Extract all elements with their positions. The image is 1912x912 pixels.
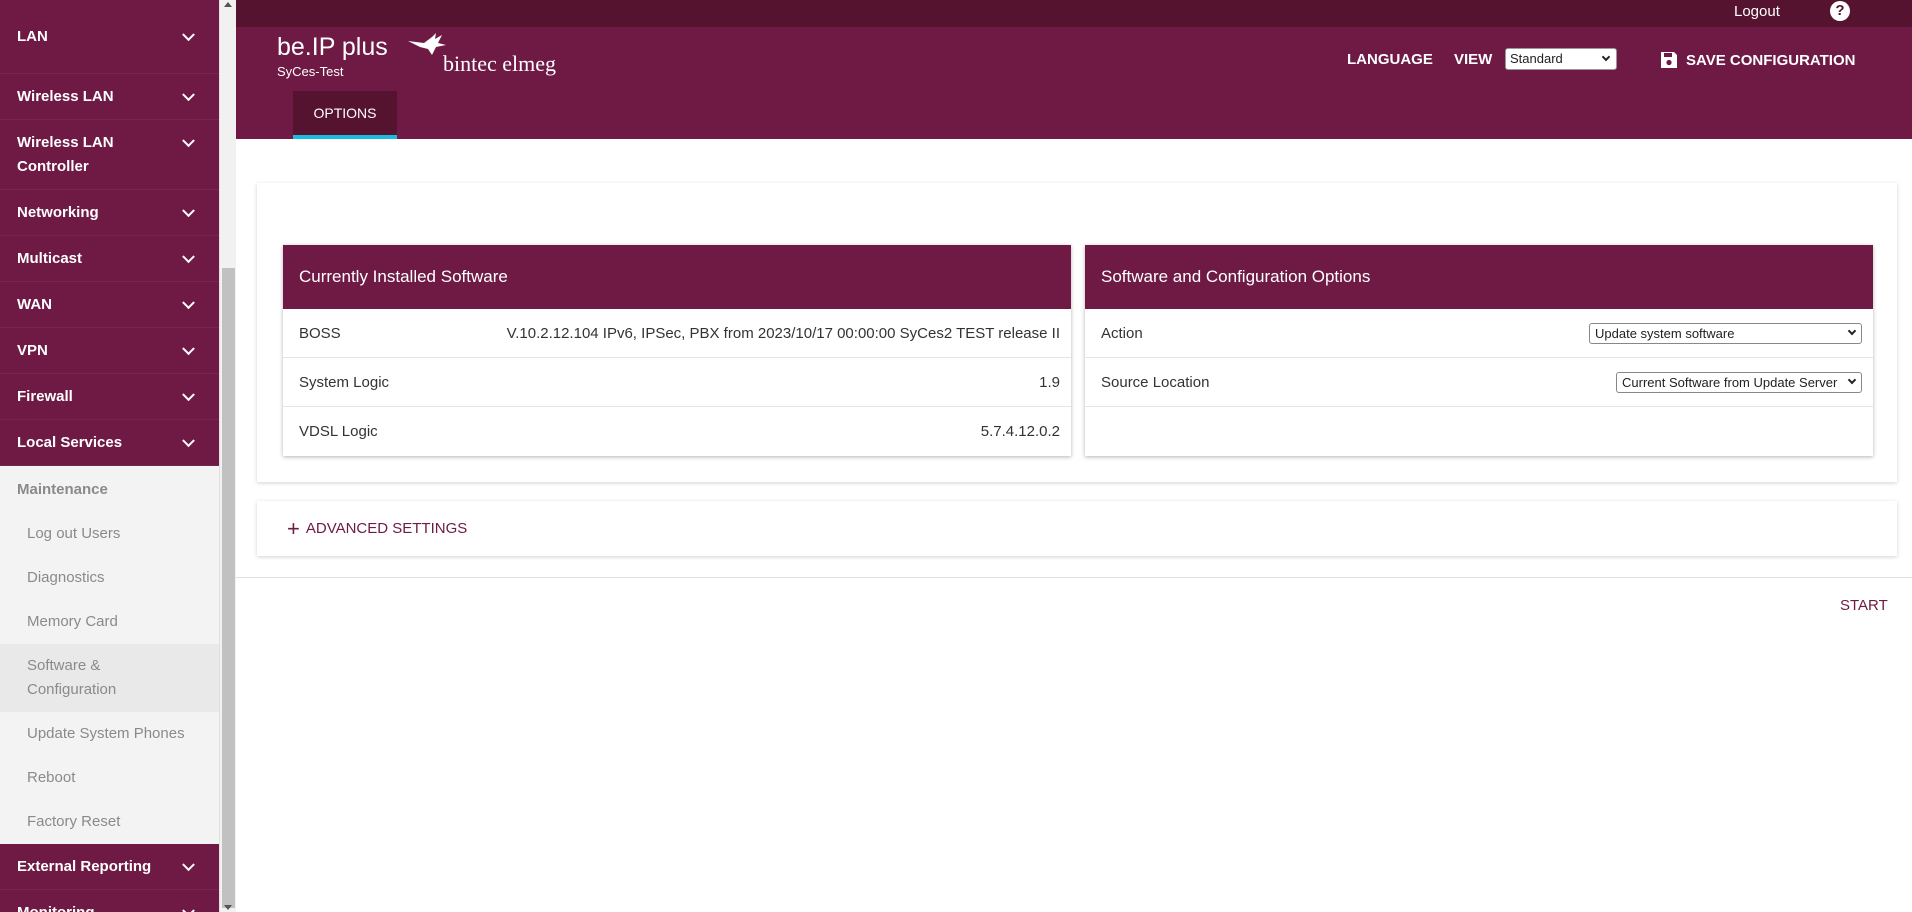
floppy-disk-icon	[1661, 52, 1677, 68]
chevron-down-icon	[1601, 52, 1611, 62]
chevron-down-icon	[182, 27, 195, 41]
installed-software-card: Currently Installed Software BOSS V.10.2…	[283, 245, 1071, 456]
action-select-value: Update system software	[1595, 325, 1735, 341]
divider	[236, 577, 1912, 578]
table-row: VDSL Logic 5.7.4.12.0.2	[283, 407, 1071, 456]
options-title: Software and Configuration Options	[1085, 245, 1873, 309]
sidebar-subitem-reboot[interactable]: Reboot	[0, 756, 219, 800]
action-label: Action	[1101, 324, 1143, 342]
sidebar-subitem-memory-card[interactable]: Memory Card	[0, 600, 219, 644]
chevron-down-icon	[182, 134, 195, 148]
start-button[interactable]: START	[1840, 597, 1888, 614]
sidebar-item-vpn[interactable]: VPN	[0, 328, 219, 374]
tab-options[interactable]: OPTIONS	[293, 91, 397, 139]
sidebar-item-label: VPN	[17, 341, 48, 359]
logout-link[interactable]: Logout	[1734, 3, 1780, 20]
sidebar-subitem-label: Software & Configuration	[27, 657, 117, 698]
table-row: System Logic 1.9	[283, 358, 1071, 407]
sidebar-item-monitoring[interactable]: Monitoring	[0, 890, 219, 912]
chevron-down-icon	[182, 433, 195, 447]
chevron-down-icon	[1847, 375, 1857, 384]
sidebar-item-wan[interactable]: WAN	[0, 282, 219, 328]
sidebar-section-maintenance: Maintenance Log out Users Diagnostics Me…	[0, 466, 219, 844]
scrollbar-thumb[interactable]	[222, 268, 235, 908]
advanced-settings-label: ADVANCED SETTINGS	[305, 520, 468, 537]
scroll-down-icon[interactable]	[224, 905, 232, 910]
view-select[interactable]: Standard	[1505, 48, 1617, 70]
chevron-down-icon	[182, 249, 195, 263]
sidebar-item-multicast[interactable]: Multicast	[0, 236, 219, 282]
sidebar-item-label: External Reporting	[17, 857, 152, 875]
source-location-label: Source Location	[1101, 373, 1210, 391]
save-configuration-label: SAVE CONFIGURATION	[1686, 51, 1856, 69]
options-card: Software and Configuration Options Actio…	[1085, 245, 1873, 456]
sidebar-item-firewall[interactable]: Firewall	[0, 374, 219, 420]
row-label-boss: BOSS	[299, 324, 341, 342]
chevron-down-icon	[182, 903, 195, 912]
sidebar-item-label: LAN	[17, 27, 48, 45]
sidebar-item-label: Wireless LAN Controller	[17, 133, 114, 175]
chevron-down-icon	[182, 341, 195, 355]
view-label: VIEW	[1454, 51, 1493, 68]
sidebar-item-wireless-lan-controller[interactable]: Wireless LAN Controller	[0, 120, 219, 190]
chevron-down-icon	[182, 87, 195, 101]
sidebar-item-maintenance[interactable]: Maintenance	[0, 466, 219, 512]
sidebar-subitem-software-configuration[interactable]: Software & Configuration	[0, 644, 219, 712]
main-panel: Currently Installed Software BOSS V.10.2…	[257, 183, 1897, 482]
sidebar-item-external-reporting[interactable]: External Reporting	[0, 844, 219, 890]
sidebar-subitem-log-out-users[interactable]: Log out Users	[0, 512, 219, 556]
sidebar-scrollbar[interactable]	[219, 0, 236, 912]
chevron-down-icon	[182, 857, 195, 871]
sidebar-item-label: Monitoring	[17, 903, 95, 912]
row-value-boss: V.10.2.12.104 IPv6, IPSec, PBX from 2023…	[506, 324, 1060, 342]
sidebar-subitem-update-system-phones[interactable]: Update System Phones	[0, 712, 219, 756]
chevron-down-icon	[1847, 326, 1857, 335]
sidebar-item-networking[interactable]: Networking	[0, 190, 219, 236]
sidebar-item-wireless-lan[interactable]: Wireless LAN	[0, 74, 219, 120]
sidebar-subitem-diagnostics[interactable]: Diagnostics	[0, 556, 219, 600]
top-bar: Logout ?	[236, 0, 1912, 27]
row-label-system-logic: System Logic	[299, 373, 390, 391]
help-icon[interactable]: ?	[1830, 1, 1850, 21]
save-configuration-button[interactable]: SAVE CONFIGURATION	[1660, 51, 1855, 69]
table-row: Action Update system software	[1085, 309, 1873, 358]
source-location-select[interactable]: Current Software from Update Server	[1616, 371, 1862, 393]
source-location-select-value: Current Software from Update Server	[1622, 374, 1838, 390]
installed-software-title: Currently Installed Software	[283, 245, 1071, 309]
table-row: BOSS V.10.2.12.104 IPv6, IPSec, PBX from…	[283, 309, 1071, 358]
sidebar-item-label: Multicast	[17, 249, 83, 267]
advanced-settings-toggle[interactable]: + ADVANCED SETTINGS	[257, 501, 1897, 556]
product-name: be.IP plus	[277, 33, 388, 61]
language-menu[interactable]: LANGUAGE	[1347, 51, 1433, 68]
row-label-vdsl-logic: VDSL Logic	[299, 423, 378, 440]
action-select[interactable]: Update system software	[1589, 322, 1862, 344]
chevron-down-icon	[182, 295, 195, 309]
row-value-vdsl-logic: 5.7.4.12.0.2	[980, 423, 1060, 440]
table-row: Source Location Current Software from Up…	[1085, 358, 1873, 407]
sidebar-item-label: Wireless LAN	[17, 87, 114, 105]
sidebar-item-label: Local Services	[17, 433, 123, 451]
chevron-down-icon	[182, 387, 195, 401]
header: be.IP plus SyCes-Test bintec elmeg LANGU…	[236, 27, 1912, 139]
plus-icon: +	[287, 515, 300, 541]
sidebar-item-label: Networking	[17, 203, 99, 221]
hostname: SyCes-Test	[277, 64, 344, 79]
scroll-up-icon[interactable]	[224, 2, 232, 7]
row-value-system-logic: 1.9	[1039, 373, 1060, 391]
brand-logo: bintec elmeg	[443, 51, 557, 76]
chevron-down-icon	[182, 203, 195, 217]
sidebar-item-lan[interactable]: LAN	[0, 0, 219, 74]
sidebar-subitem-factory-reset[interactable]: Factory Reset	[0, 800, 219, 844]
sidebar-nav: LAN Wireless LAN Wireless LAN Controller…	[0, 0, 219, 912]
sidebar-item-label: WAN	[17, 295, 52, 313]
sidebar-item-label: Firewall	[17, 387, 73, 405]
sidebar-item-local-services[interactable]: Local Services	[0, 420, 219, 466]
view-select-value: Standard	[1510, 51, 1563, 66]
